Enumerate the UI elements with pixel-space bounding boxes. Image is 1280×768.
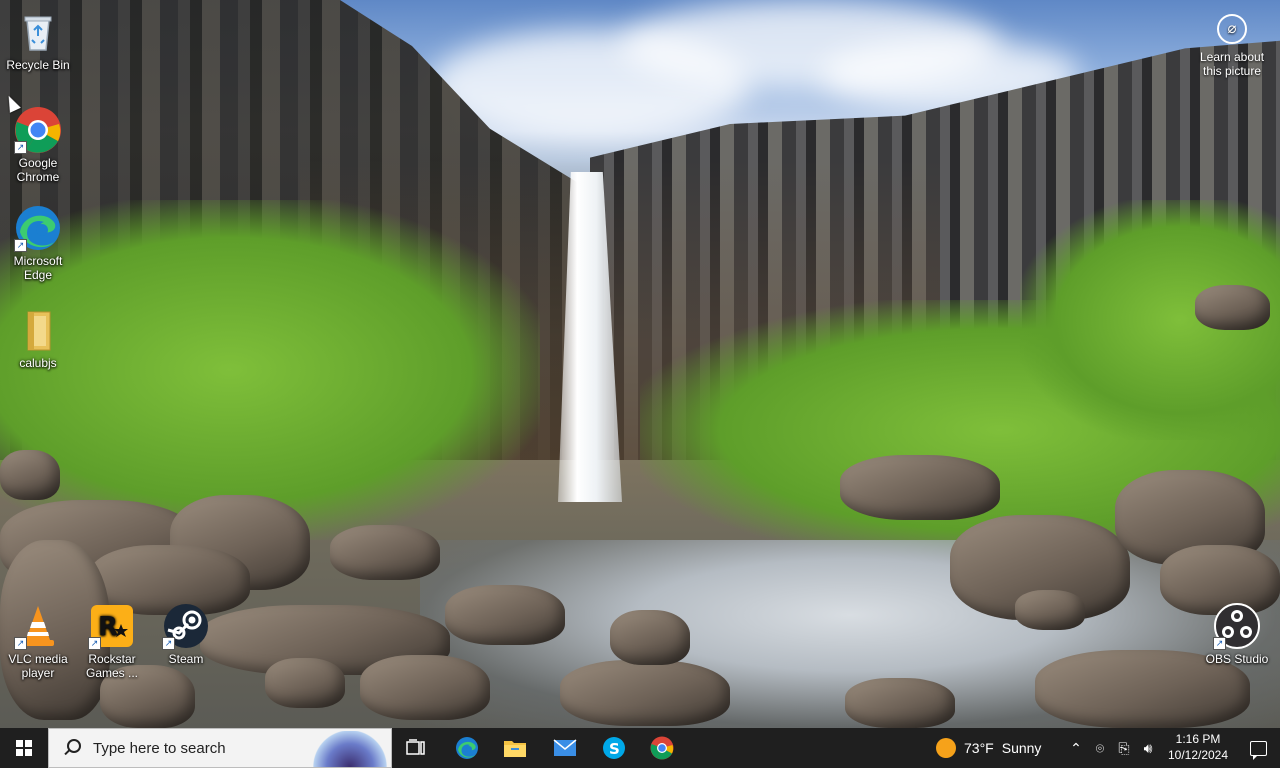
shortcut-arrow-icon: ↗ xyxy=(14,141,27,154)
desktop-icon-google-chrome[interactable]: ↗ Google Chrome xyxy=(0,106,76,184)
start-button[interactable] xyxy=(0,728,48,768)
desktop-icon-label: Microsoft Edge xyxy=(13,254,63,282)
rockstar-logo-icon: R ↗ xyxy=(88,602,136,650)
chrome-icon: ↗ xyxy=(14,106,62,154)
windows-logo-icon xyxy=(16,740,32,756)
task-view-button[interactable] xyxy=(392,728,440,768)
steam-icon: ↗ xyxy=(162,602,210,650)
clock-time: 1:16 PM xyxy=(1175,732,1221,746)
task-view-icon xyxy=(406,739,425,755)
search-placeholder: Type here to search xyxy=(93,739,226,757)
obs-studio-icon: ↗ xyxy=(1213,602,1261,650)
desktop-icon-label: OBS Studio xyxy=(1205,652,1269,666)
taskbar-edge-button[interactable] xyxy=(443,728,491,768)
taskbar-mail-button[interactable] xyxy=(541,728,589,768)
desktop-icon-label: Rockstar Games ... xyxy=(85,652,138,680)
volume-icon[interactable]: 🔊︎ xyxy=(1140,740,1156,757)
action-center-button[interactable] xyxy=(1236,728,1280,768)
folder-icon xyxy=(14,306,62,354)
notification-icon xyxy=(1249,740,1267,760)
desktop-icon-obs-studio[interactable]: ↗ OBS Studio xyxy=(1199,602,1275,666)
desktop-icon-recycle-bin[interactable]: Recycle Bin xyxy=(0,8,76,72)
weather-condition: Sunny xyxy=(1001,740,1042,756)
network-icon[interactable]: ⎘ xyxy=(1116,740,1132,757)
mail-icon xyxy=(553,739,577,756)
learn-about-this-picture[interactable]: ⌀ Learn about this picture xyxy=(1192,14,1272,78)
desktop-icon-vlc-media-player[interactable]: ↗ VLC media player xyxy=(0,602,76,680)
weather-widget[interactable]: 73°F Sunny xyxy=(936,728,1041,768)
shortcut-arrow-icon: ↗ xyxy=(1213,637,1226,650)
svg-text:S: S xyxy=(609,740,620,758)
sun-icon xyxy=(936,738,956,758)
camera-info-icon: ⌀ xyxy=(1217,14,1247,44)
desktop-icon-calubjs-folder[interactable]: calubjs xyxy=(0,306,76,370)
recycle-bin-icon xyxy=(14,8,62,56)
chrome-icon xyxy=(650,736,674,760)
taskbar: Type here to search S 73°F Sunny ⌃ ⌾ ⎘ 🔊… xyxy=(0,728,1280,768)
taskbar-clock[interactable]: 1:16 PM 10/12/2024 xyxy=(1160,731,1236,763)
taskbar-chrome-button[interactable] xyxy=(638,728,686,768)
system-tray: ⌃ ⌾ ⎘ 🔊︎ xyxy=(1068,728,1156,768)
weather-temperature: 73°F xyxy=(964,740,994,756)
taskbar-search-box[interactable]: Type here to search xyxy=(48,728,392,768)
desktop-icon-label: Steam xyxy=(168,652,204,666)
clock-date: 10/12/2024 xyxy=(1167,748,1229,762)
taskbar-skype-button[interactable]: S xyxy=(590,728,638,768)
search-highlight-image xyxy=(313,731,387,767)
edge-icon xyxy=(456,737,478,759)
desktop-icon-microsoft-edge[interactable]: ↗ Microsoft Edge xyxy=(0,204,76,282)
desktop-icon-steam[interactable]: ↗ Steam xyxy=(148,602,224,666)
shortcut-arrow-icon: ↗ xyxy=(162,637,175,650)
file-explorer-icon xyxy=(504,741,526,757)
desktop-icon-rockstar-games[interactable]: R ↗ Rockstar Games ... xyxy=(74,602,150,680)
svg-text:R: R xyxy=(98,612,118,642)
vlc-cone-icon: ↗ xyxy=(14,602,62,650)
shortcut-arrow-icon: ↗ xyxy=(14,637,27,650)
show-hidden-icons-chevron-icon[interactable]: ⌃ xyxy=(1068,740,1084,757)
desktop-icon-label: VLC media player xyxy=(8,652,68,680)
desktop-icon-label: Recycle Bin xyxy=(6,58,70,72)
skype-icon: S xyxy=(603,737,625,759)
shortcut-arrow-icon: ↗ xyxy=(14,239,27,252)
meet-now-icon[interactable]: ⌾ xyxy=(1092,740,1108,757)
edge-icon: ↗ xyxy=(14,204,62,252)
learn-about-this-picture-label: Learn about this picture xyxy=(1199,50,1265,78)
desktop-icon-label: calubjs xyxy=(19,356,57,370)
desktop-icon-label: Google Chrome xyxy=(16,156,60,184)
search-icon xyxy=(61,737,83,759)
shortcut-arrow-icon: ↗ xyxy=(88,637,101,650)
taskbar-file-explorer-button[interactable] xyxy=(491,728,539,768)
